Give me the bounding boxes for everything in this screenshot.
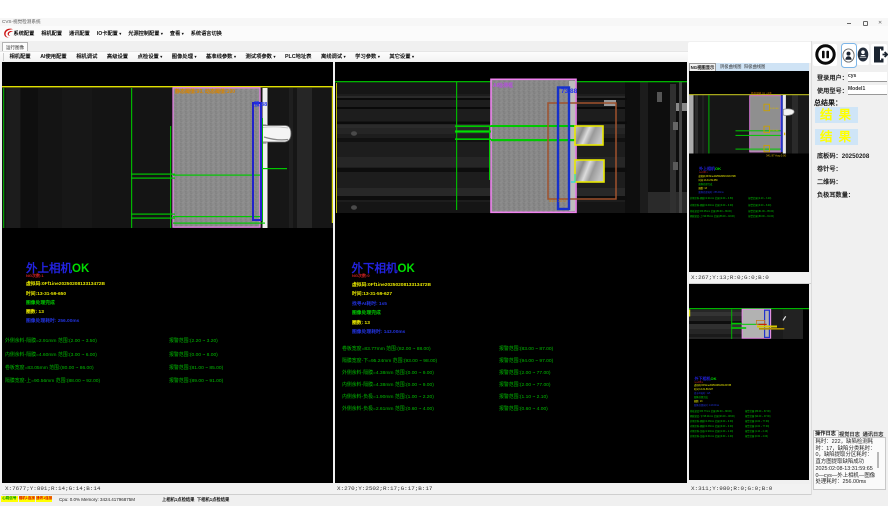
svg-text:静态阈值:93, 动态阈值:100: 静态阈值:93, 动态阈值:100 (175, 88, 235, 95)
svg-text:51.0 72.0: 51.0 72.0 (549, 198, 566, 203)
svg-text:73.88: 73.88 (561, 88, 578, 95)
svg-text:强.88: 强.88 (254, 100, 267, 108)
svg-text:34.80 AV: 34.80 AV (770, 107, 779, 110)
svg-text:AI检测框: AI检测框 (493, 82, 513, 89)
svg-text:静态阈值:93, 动态: 静态阈值:93, 动态 (751, 92, 772, 96)
svg-text:34.80 AV: 34.80 AV (770, 129, 779, 132)
svg-text:341.97 Avg:0.00: 341.97 Avg:0.00 (766, 154, 787, 158)
